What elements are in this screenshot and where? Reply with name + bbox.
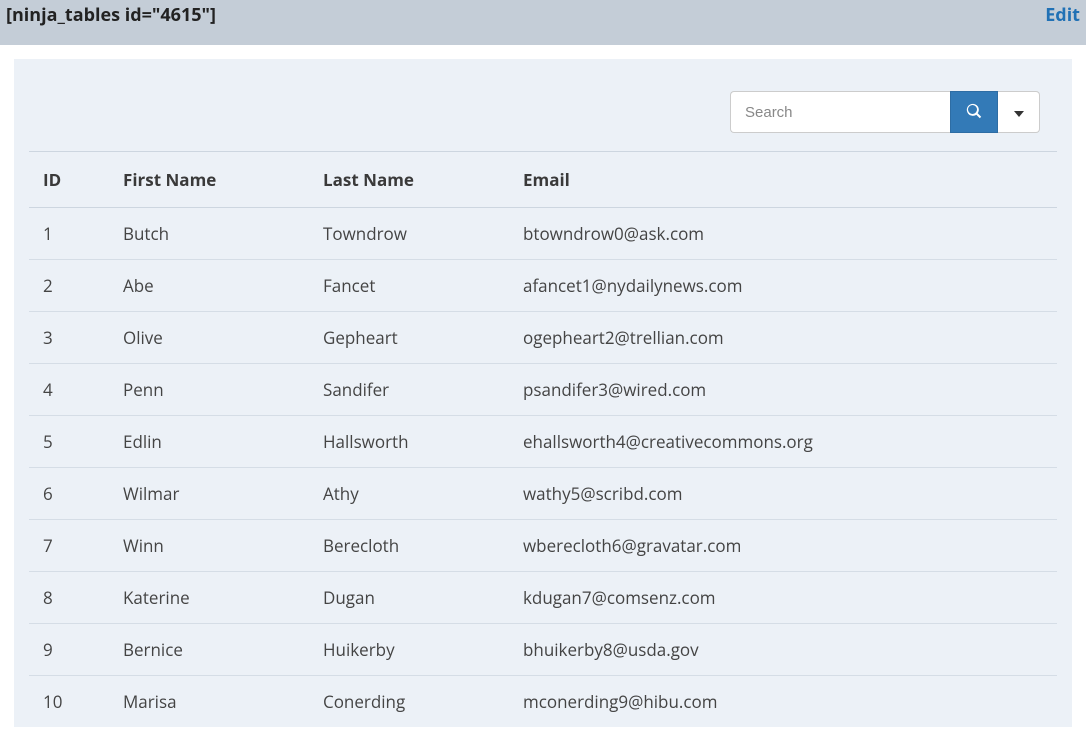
cell-first_name: Wilmar (109, 468, 309, 520)
cell-email: bhuikerby8@usda.gov (509, 624, 1057, 676)
cell-email: psandifer3@wired.com (509, 364, 1057, 416)
cell-first_name: Butch (109, 208, 309, 260)
cell-last_name: Hallsworth (309, 416, 509, 468)
cell-id: 6 (29, 468, 109, 520)
column-header-first-name[interactable]: First Name (109, 152, 309, 208)
cell-last_name: Sandifer (309, 364, 509, 416)
table-container: ID First Name Last Name Email 1ButchTown… (14, 59, 1072, 727)
table-row: 10MarisaConerdingmconerding9@hibu.com (29, 676, 1057, 728)
table-row: 5EdlinHallsworthehallsworth4@creativecom… (29, 416, 1057, 468)
column-header-last-name[interactable]: Last Name (309, 152, 509, 208)
search-icon (966, 103, 982, 122)
data-table: ID First Name Last Name Email 1ButchTown… (29, 151, 1057, 727)
cell-email: wathy5@scribd.com (509, 468, 1057, 520)
cell-id: 9 (29, 624, 109, 676)
cell-last_name: Fancet (309, 260, 509, 312)
cell-last_name: Berecloth (309, 520, 509, 572)
search-row (14, 59, 1072, 151)
dropdown-toggle[interactable] (998, 91, 1040, 133)
cell-last_name: Athy (309, 468, 509, 520)
cell-id: 4 (29, 364, 109, 416)
search-input[interactable] (730, 91, 950, 133)
table-row: 8KaterineDugankdugan7@comsenz.com (29, 572, 1057, 624)
cell-id: 7 (29, 520, 109, 572)
cell-first_name: Bernice (109, 624, 309, 676)
cell-id: 2 (29, 260, 109, 312)
cell-first_name: Penn (109, 364, 309, 416)
table-header-row: ID First Name Last Name Email (29, 152, 1057, 208)
shortcode-label: [ninja_tables id="4615"] (6, 3, 216, 27)
cell-first_name: Abe (109, 260, 309, 312)
table-row: 1ButchTowndrowbtowndrow0@ask.com (29, 208, 1057, 260)
cell-email: kdugan7@comsenz.com (509, 572, 1057, 624)
cell-email: btowndrow0@ask.com (509, 208, 1057, 260)
cell-last_name: Huikerby (309, 624, 509, 676)
cell-last_name: Towndrow (309, 208, 509, 260)
cell-first_name: Winn (109, 520, 309, 572)
cell-email: wberecloth6@gravatar.com (509, 520, 1057, 572)
cell-id: 10 (29, 676, 109, 728)
table-row: 6WilmarAthywathy5@scribd.com (29, 468, 1057, 520)
header-bar: [ninja_tables id="4615"] Edit (0, 0, 1086, 45)
cell-email: mconerding9@hibu.com (509, 676, 1057, 728)
cell-first_name: Edlin (109, 416, 309, 468)
cell-id: 5 (29, 416, 109, 468)
cell-email: afancet1@nydailynews.com (509, 260, 1057, 312)
search-button[interactable] (950, 91, 998, 133)
cell-first_name: Olive (109, 312, 309, 364)
cell-email: ogepheart2@trellian.com (509, 312, 1057, 364)
table-row: 3OliveGepheartogepheart2@trellian.com (29, 312, 1057, 364)
cell-id: 1 (29, 208, 109, 260)
caret-down-icon (1014, 105, 1024, 120)
cell-last_name: Dugan (309, 572, 509, 624)
search-group (730, 91, 1040, 133)
cell-email: ehallsworth4@creativecommons.org (509, 416, 1057, 468)
cell-last_name: Gepheart (309, 312, 509, 364)
cell-first_name: Katerine (109, 572, 309, 624)
column-header-id[interactable]: ID (29, 152, 109, 208)
table-row: 4PennSandiferpsandifer3@wired.com (29, 364, 1057, 416)
edit-link[interactable]: Edit (1045, 3, 1080, 27)
cell-id: 8 (29, 572, 109, 624)
table-row: 9BerniceHuikerbybhuikerby8@usda.gov (29, 624, 1057, 676)
cell-id: 3 (29, 312, 109, 364)
cell-first_name: Marisa (109, 676, 309, 728)
table-row: 2AbeFancetafancet1@nydailynews.com (29, 260, 1057, 312)
cell-last_name: Conerding (309, 676, 509, 728)
column-header-email[interactable]: Email (509, 152, 1057, 208)
table-row: 7WinnBereclothwberecloth6@gravatar.com (29, 520, 1057, 572)
